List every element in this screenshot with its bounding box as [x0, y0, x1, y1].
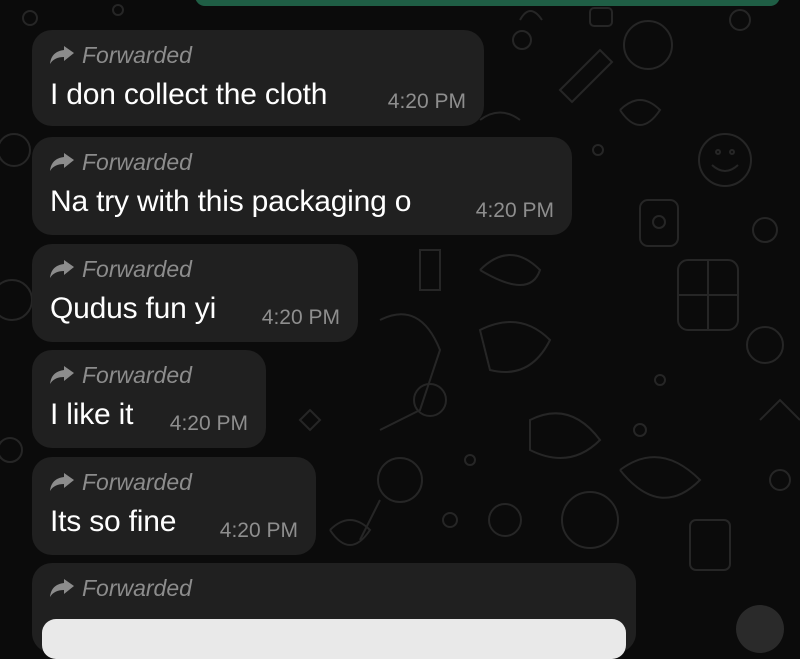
message-bubble[interactable]: Forwarded	[32, 563, 636, 659]
message-text: Qudus fun yi	[50, 292, 217, 325]
forward-arrow-icon	[50, 46, 74, 64]
media-preview[interactable]	[42, 619, 626, 659]
forwarded-indicator: Forwarded	[50, 256, 192, 282]
message-time: 4:20 PM	[475, 199, 554, 222]
forward-arrow-icon	[50, 579, 74, 597]
forward-arrow-icon	[50, 153, 74, 171]
message-text: Na try with this packaging o	[50, 185, 412, 218]
message-bubble[interactable]: Forwarded Qudus fun yi 4:20 PM	[32, 244, 358, 342]
forward-arrow-icon	[50, 260, 74, 278]
message-time: 4:20 PM	[387, 90, 466, 113]
forwarded-label: Forwarded	[82, 361, 192, 388]
forwarded-label: Forwarded	[82, 41, 192, 68]
message-bubble[interactable]: Forwarded Na try with this packaging o 4…	[32, 137, 572, 235]
forwarded-indicator: Forwarded	[50, 362, 192, 388]
message-bubble[interactable]: Forwarded Its so fine 4:20 PM	[32, 457, 316, 555]
forwarded-indicator: Forwarded	[50, 42, 192, 68]
message-time: 4:20 PM	[169, 412, 248, 435]
message-text: I don collect the cloth	[50, 78, 328, 111]
forwarded-indicator: Forwarded	[50, 575, 192, 601]
outgoing-bubble-edge	[195, 0, 780, 6]
forwarded-label: Forwarded	[82, 468, 192, 495]
forward-arrow-icon	[50, 366, 74, 384]
forwarded-label: Forwarded	[82, 574, 192, 601]
forwarded-label: Forwarded	[82, 148, 192, 175]
message-time: 4:20 PM	[261, 306, 340, 329]
message-bubble[interactable]: Forwarded I like it 4:20 PM	[32, 350, 266, 448]
scroll-to-bottom-button[interactable]	[736, 605, 784, 653]
forwarded-label: Forwarded	[82, 255, 192, 282]
message-text: I like it	[50, 398, 134, 431]
message-text: Its so fine	[50, 505, 177, 538]
forward-arrow-icon	[50, 473, 74, 491]
message-bubble[interactable]: Forwarded I don collect the cloth 4:20 P…	[32, 30, 484, 126]
message-time: 4:20 PM	[219, 519, 298, 542]
forwarded-indicator: Forwarded	[50, 149, 192, 175]
forwarded-indicator: Forwarded	[50, 469, 192, 495]
